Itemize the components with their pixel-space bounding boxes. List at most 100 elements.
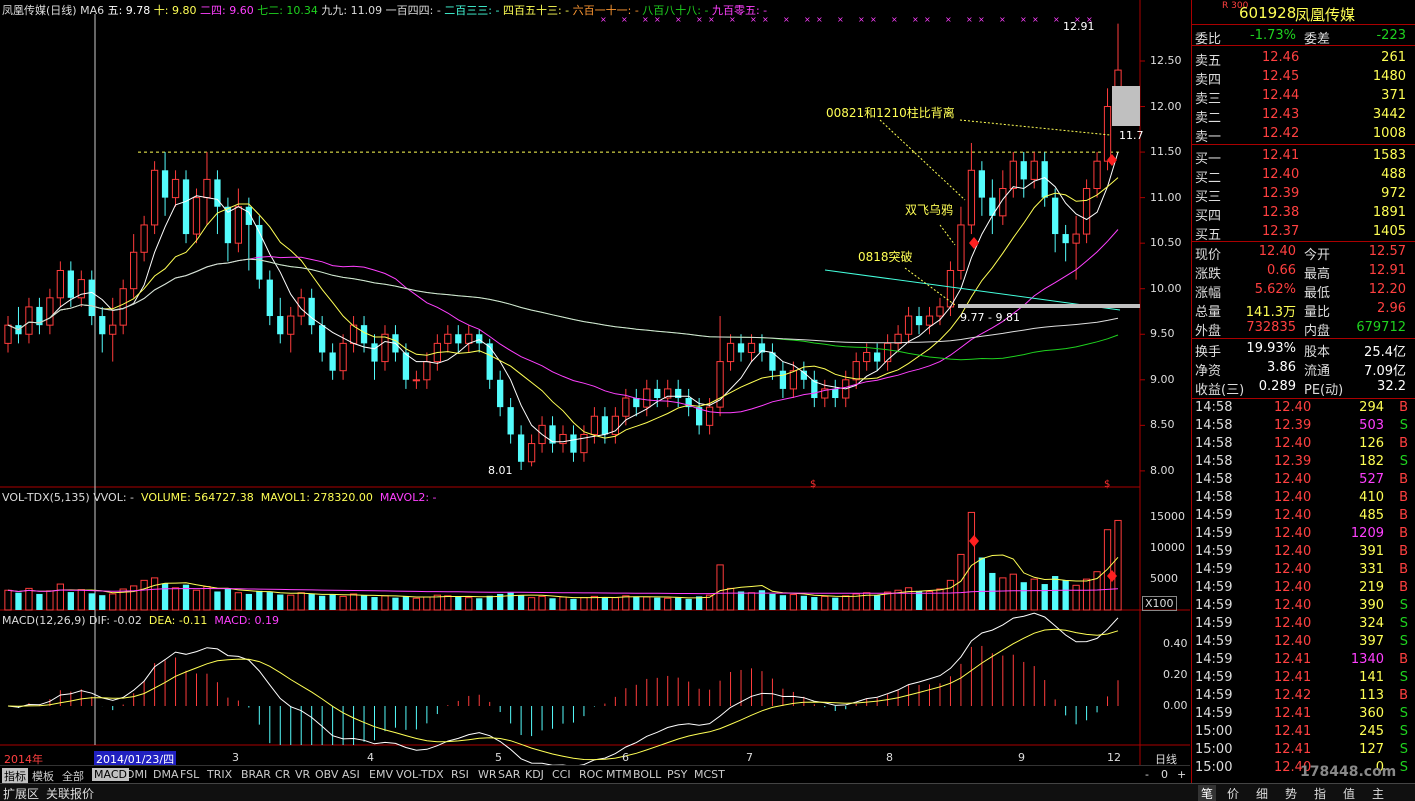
tick-row: 14:58 12.40 294 B bbox=[1192, 399, 1415, 417]
indicator-tab[interactable]: VOL-TDX bbox=[396, 768, 444, 781]
tick-time: 14:58 bbox=[1195, 454, 1233, 469]
tick-time: 14:59 bbox=[1195, 634, 1233, 649]
candle-body bbox=[1009, 160, 1017, 190]
indicator-tab[interactable]: MCST bbox=[694, 768, 725, 781]
stat-label: 涨跌 bbox=[1195, 267, 1222, 282]
quote-view-tab[interactable]: 值 bbox=[1343, 785, 1355, 801]
chart-area[interactable]: × × × × × × × × × × × × × × × × × × × × × × × × × × × × $ $ 凤凰传媒(日线) … bbox=[0, 0, 1190, 767]
volume-bar bbox=[643, 596, 651, 611]
indicator-tab[interactable]: OBV bbox=[315, 768, 338, 781]
indicator-tab[interactable]: MACD bbox=[92, 768, 129, 781]
tick-volume: 141 bbox=[1359, 670, 1384, 685]
signal-x-mark: × bbox=[816, 15, 823, 24]
tick-side: S bbox=[1399, 760, 1408, 775]
tick-price: 12.40 bbox=[1274, 400, 1312, 415]
signal-x-mark: × bbox=[999, 15, 1006, 24]
indicator-tab[interactable]: EMV bbox=[369, 768, 393, 781]
bid-volume: 1891 bbox=[1372, 205, 1406, 220]
volume-bar bbox=[455, 596, 462, 610]
divergence-annotation: 00821和1210柱比背离 bbox=[826, 106, 955, 120]
volume-bar bbox=[726, 587, 735, 611]
divider bbox=[1192, 144, 1415, 145]
volume-bar bbox=[476, 598, 483, 610]
zoom-out-button[interactable]: - bbox=[1145, 768, 1149, 781]
quote-view-tab[interactable]: 主 bbox=[1372, 785, 1384, 801]
indicator-tab[interactable]: DMA bbox=[153, 768, 179, 781]
price-tick-label: 9.50 bbox=[1150, 327, 1175, 341]
quote-view-tab[interactable]: 指 bbox=[1314, 785, 1326, 801]
tick-price: 12.40 bbox=[1274, 616, 1312, 631]
tick-price: 12.41 bbox=[1274, 670, 1312, 685]
candle-body bbox=[622, 397, 630, 417]
zoom-in-button[interactable]: + bbox=[1177, 768, 1186, 781]
indicator-tab[interactable]: ASI bbox=[342, 768, 360, 781]
stat-label: 内盘 bbox=[1304, 324, 1331, 339]
price-tick-label: 10.50 bbox=[1150, 236, 1182, 250]
quote-view-tab[interactable]: 笔 bbox=[1198, 785, 1217, 801]
indicator-tab[interactable]: 全部 bbox=[62, 768, 84, 784]
indicator-tab[interactable]: 模板 bbox=[32, 768, 54, 784]
indicator-tab[interactable]: MTM bbox=[606, 768, 632, 781]
signal-x-mark: × bbox=[837, 15, 844, 24]
stat-value: 12.91 bbox=[1368, 263, 1406, 278]
quote-view-tab[interactable]: 势 bbox=[1285, 785, 1297, 801]
macd-header: MACD(12,26,9) DIF: -0.02 DEA: -0.11 MACD… bbox=[2, 614, 279, 627]
macd-value: MACD: 0.19 bbox=[214, 614, 279, 627]
quote-view-tab[interactable]: 价 bbox=[1227, 785, 1239, 801]
tick-price: 12.40 bbox=[1274, 508, 1312, 523]
indicator-tab[interactable]: 指标 bbox=[2, 768, 28, 784]
stat-label: 收益(三) bbox=[1195, 383, 1245, 398]
tick-row: 14:59 12.40 219 B bbox=[1192, 579, 1415, 597]
zoom-reset-button[interactable]: 0 bbox=[1161, 768, 1168, 781]
tick-volume: 397 bbox=[1359, 634, 1384, 649]
indicator-tab[interactable]: TRIX bbox=[207, 768, 232, 781]
stat-value: 12.20 bbox=[1368, 282, 1406, 297]
candle-body bbox=[465, 333, 473, 344]
volume-bar bbox=[266, 592, 273, 610]
extension-area-tab[interactable]: 扩展区 bbox=[3, 785, 39, 801]
candle-body bbox=[1052, 197, 1059, 235]
indicator-tab[interactable]: BOLL bbox=[633, 768, 661, 781]
candle-body bbox=[412, 379, 421, 382]
status-bar: 扩展区 关联报价 笔价 细 势 指 值 主 178448.com bbox=[0, 764, 1415, 801]
ma-items: 五: 9.78 十: 9.80 二四: 9.60 七二: 10.34 九九: 1… bbox=[108, 4, 768, 17]
month-label: 4 bbox=[367, 751, 374, 764]
ask-row: 卖四 12.45 1480 bbox=[1192, 68, 1415, 88]
price-chart[interactable]: × × × × × × × × × × × × × × × × × × × × × × × × × × × ×$ $ bbox=[0, 0, 1190, 765]
stat-label: 股本 bbox=[1304, 345, 1331, 360]
indicator-tab[interactable]: PSY bbox=[667, 768, 687, 781]
indicator-tab[interactable]: DMI bbox=[126, 768, 147, 781]
tick-time: 14:59 bbox=[1195, 652, 1233, 667]
divider bbox=[1192, 338, 1415, 339]
volume-bar bbox=[737, 591, 745, 610]
indicator-tab[interactable]: CCI bbox=[552, 768, 571, 781]
tick-time: 14:59 bbox=[1195, 670, 1233, 685]
volume-bar bbox=[245, 593, 252, 610]
candle-body bbox=[1062, 234, 1069, 244]
stat-label: 换手 bbox=[1195, 345, 1222, 360]
quote-view-tab[interactable]: 细 bbox=[1256, 785, 1268, 801]
indicator-tab[interactable]: SAR bbox=[498, 768, 520, 781]
indicator-tab[interactable]: WR bbox=[478, 768, 497, 781]
indicator-tab[interactable]: VR bbox=[295, 768, 310, 781]
indicator-tab[interactable]: FSL bbox=[180, 768, 199, 781]
volume-bar bbox=[234, 592, 243, 611]
ask-label: 卖三 bbox=[1195, 92, 1222, 107]
quote-stock-name: 凤凰传媒 bbox=[1295, 6, 1356, 24]
indicator-tab[interactable]: RSI bbox=[451, 768, 469, 781]
candle-body bbox=[936, 306, 944, 317]
indicator-tab[interactable]: BRAR bbox=[241, 768, 271, 781]
candle-body bbox=[161, 170, 169, 198]
indicator-tab[interactable]: ROC bbox=[579, 768, 603, 781]
indicator-tab[interactable]: CR bbox=[275, 768, 290, 781]
tick-price: 12.40 bbox=[1274, 526, 1312, 541]
indicator-tab[interactable]: KDJ bbox=[525, 768, 544, 781]
related-quote-tab[interactable]: 关联报价 bbox=[46, 785, 94, 801]
tick-time: 14:59 bbox=[1195, 706, 1233, 721]
stat-row: 总量 141.3万 量比 2.96 bbox=[1192, 300, 1415, 320]
ask-volume: 3442 bbox=[1372, 107, 1406, 122]
candle-body bbox=[978, 170, 986, 198]
tick-side: B bbox=[1399, 688, 1408, 703]
ma-item: 九九: 11.09 bbox=[317, 4, 383, 17]
tick-price: 12.40 bbox=[1274, 634, 1312, 649]
